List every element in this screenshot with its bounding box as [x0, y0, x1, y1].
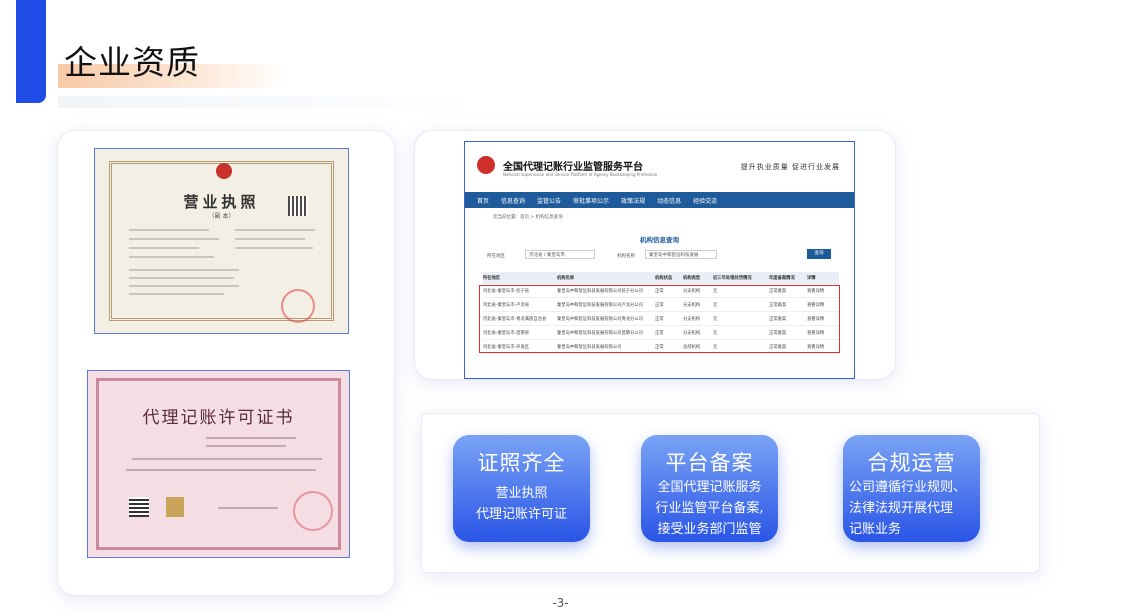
nav-item-policies[interactable]: 政策法规: [621, 196, 645, 205]
col-type: 机构类型: [683, 275, 701, 281]
region-select[interactable]: 河北省 / 秦皇岛市: [525, 250, 595, 259]
name-input[interactable]: 秦皇岛中和智远科技发展: [645, 250, 717, 259]
feature-description: 全国代理记账服务 行业监管平台备案, 接受业务部门监管: [655, 480, 764, 537]
col-name: 机构名称: [557, 275, 575, 281]
query-heading: 机构信息查询: [640, 236, 679, 244]
col-penalty: 近三年处理处罚情况: [713, 275, 752, 281]
feature-title: 证照齐全: [477, 451, 566, 475]
red-seal-stamp: [281, 289, 315, 323]
qr-code-icon: [129, 497, 149, 517]
nav-item-home[interactable]: 首页: [477, 196, 489, 205]
nav-item-experience[interactable]: 经验交流: [693, 196, 717, 205]
search-button[interactable]: 查询: [807, 249, 831, 259]
region-label: 所在地区: [487, 254, 505, 259]
platform-screenshot: 全国代理记账行业监管服务平台 National Supervision and …: [464, 141, 855, 379]
red-seal-stamp: [293, 491, 333, 531]
accounting-permit-image: 代理记账许可证书: [87, 370, 350, 558]
feature-description: 公司遵循行业规则、 法律法规开展代理 记账业务: [849, 480, 967, 537]
header-accent-bar: [16, 0, 46, 103]
license-title: 营业执照: [183, 193, 260, 211]
permit-title: 代理记账许可证书: [142, 408, 295, 428]
platform-title: 全国代理记账行业监管服务平台: [503, 162, 643, 173]
feature-tile-certificates: 证照齐全 营业执照 代理记账许可证: [453, 435, 590, 542]
title-divider: [58, 96, 478, 108]
nav-item-info-query[interactable]: 信息查询: [501, 196, 525, 205]
name-label: 机构名称: [617, 254, 635, 259]
table-header: 所在地区 机构名称 机构状态 机构类型 近三年处理处罚情况 年度备案情况 详情: [483, 272, 839, 284]
nav-item-news[interactable]: 动态信息: [657, 196, 681, 205]
nav-item-approvals[interactable]: 审批事项公示: [573, 196, 609, 205]
col-filing: 年度备案情况: [769, 275, 795, 281]
platform-nav: 首页 信息查询 监管公告 审批事项公示 政策法规 动态信息 经验交流: [465, 192, 854, 208]
feature-title: 平台备案: [665, 451, 754, 475]
col-detail: 详情: [807, 275, 816, 281]
page-number: -3-: [552, 596, 569, 610]
stamp-icon: [166, 497, 184, 517]
national-emblem-icon: [477, 156, 495, 174]
page-title: 企业资质: [64, 43, 200, 82]
license-subtitle: （副 本）: [208, 213, 235, 220]
platform-slogan: 提升执业质量 促进行业发展: [740, 163, 840, 171]
breadcrumb: 您当前位置：首页 > 机构信息查询: [493, 215, 563, 220]
qr-code-icon: [288, 196, 308, 216]
platform-subtitle: National Supervision and Service Platfor…: [503, 172, 658, 177]
col-status: 机构状态: [655, 275, 673, 281]
national-emblem-icon: [216, 163, 232, 179]
feature-description: 营业执照 代理记账许可证: [475, 486, 567, 522]
feature-tile-compliance: 合规运营 公司遵循行业规则、 法律法规开展代理 记账业务: [843, 435, 980, 542]
feature-title: 合规运营: [867, 451, 956, 475]
business-license-image: 营业执照 （副 本）: [94, 148, 349, 334]
nav-item-announcements[interactable]: 监管公告: [537, 196, 561, 205]
col-region: 所在地区: [483, 275, 501, 281]
highlight-box: [479, 285, 840, 353]
feature-tile-platform-filing: 平台备案 全国代理记账服务 行业监管平台备案, 接受业务部门监管: [641, 435, 778, 542]
